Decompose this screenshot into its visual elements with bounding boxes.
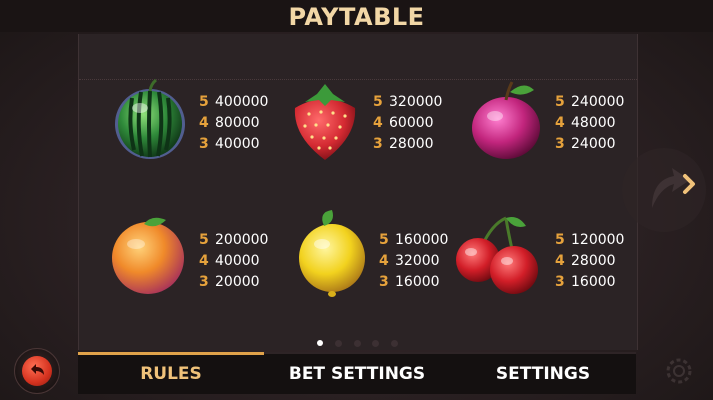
lemon-icon xyxy=(299,210,365,297)
pay-row: 5 400000 xyxy=(199,94,269,110)
cherry-icon xyxy=(456,216,538,294)
orange-icon xyxy=(112,217,184,294)
pay-values: 5 200000 4 40000 3 20000 xyxy=(199,230,268,293)
page-dot[interactable] xyxy=(335,340,342,347)
pay-row: 3 28000 xyxy=(373,136,434,152)
plum-icon xyxy=(472,81,540,159)
page-dot[interactable] xyxy=(354,340,361,347)
tab-rules[interactable]: RULES xyxy=(78,354,264,394)
pay-values: 5 160000 4 32000 3 16000 xyxy=(379,230,448,293)
pay-row: 4 60000 xyxy=(373,115,434,131)
pay-values: 5 320000 4 60000 3 28000 xyxy=(373,92,442,155)
tab-bet-settings[interactable]: BET SETTINGS xyxy=(264,354,450,394)
pay-row: 3 16000 xyxy=(379,274,440,290)
pay-row: 4 32000 xyxy=(379,253,440,269)
chevron-right-icon xyxy=(622,148,706,232)
back-arrow-icon xyxy=(22,356,52,386)
page-dot-active[interactable] xyxy=(317,340,323,346)
page-title: PAYTABLE xyxy=(288,3,425,31)
page-dot[interactable] xyxy=(391,340,398,347)
pay-row: 4 28000 xyxy=(555,253,616,269)
pay-values: 5 400000 4 80000 3 40000 xyxy=(199,92,268,155)
pay-row: 4 80000 xyxy=(199,115,260,131)
pay-row: 5 160000 xyxy=(379,232,449,248)
pay-row: 5 240000 xyxy=(555,94,625,110)
pay-row: 4 48000 xyxy=(555,115,616,131)
next-page-button[interactable] xyxy=(612,138,713,242)
strawberry-icon xyxy=(294,84,356,160)
pay-row: 4 40000 xyxy=(199,253,260,269)
pay-row: 5 320000 xyxy=(373,94,443,110)
gear-icon[interactable] xyxy=(664,356,694,386)
watermelon-icon xyxy=(115,78,185,159)
tab-settings[interactable]: SETTINGS xyxy=(450,354,636,394)
pay-row: 3 16000 xyxy=(555,274,616,290)
back-button[interactable] xyxy=(14,348,60,394)
pay-row: 5 200000 xyxy=(199,232,269,248)
page-dot[interactable] xyxy=(372,340,379,347)
tab-bar: RULES BET SETTINGS SETTINGS xyxy=(78,352,636,394)
pay-row: 3 20000 xyxy=(199,274,260,290)
pay-row: 3 40000 xyxy=(199,136,260,152)
